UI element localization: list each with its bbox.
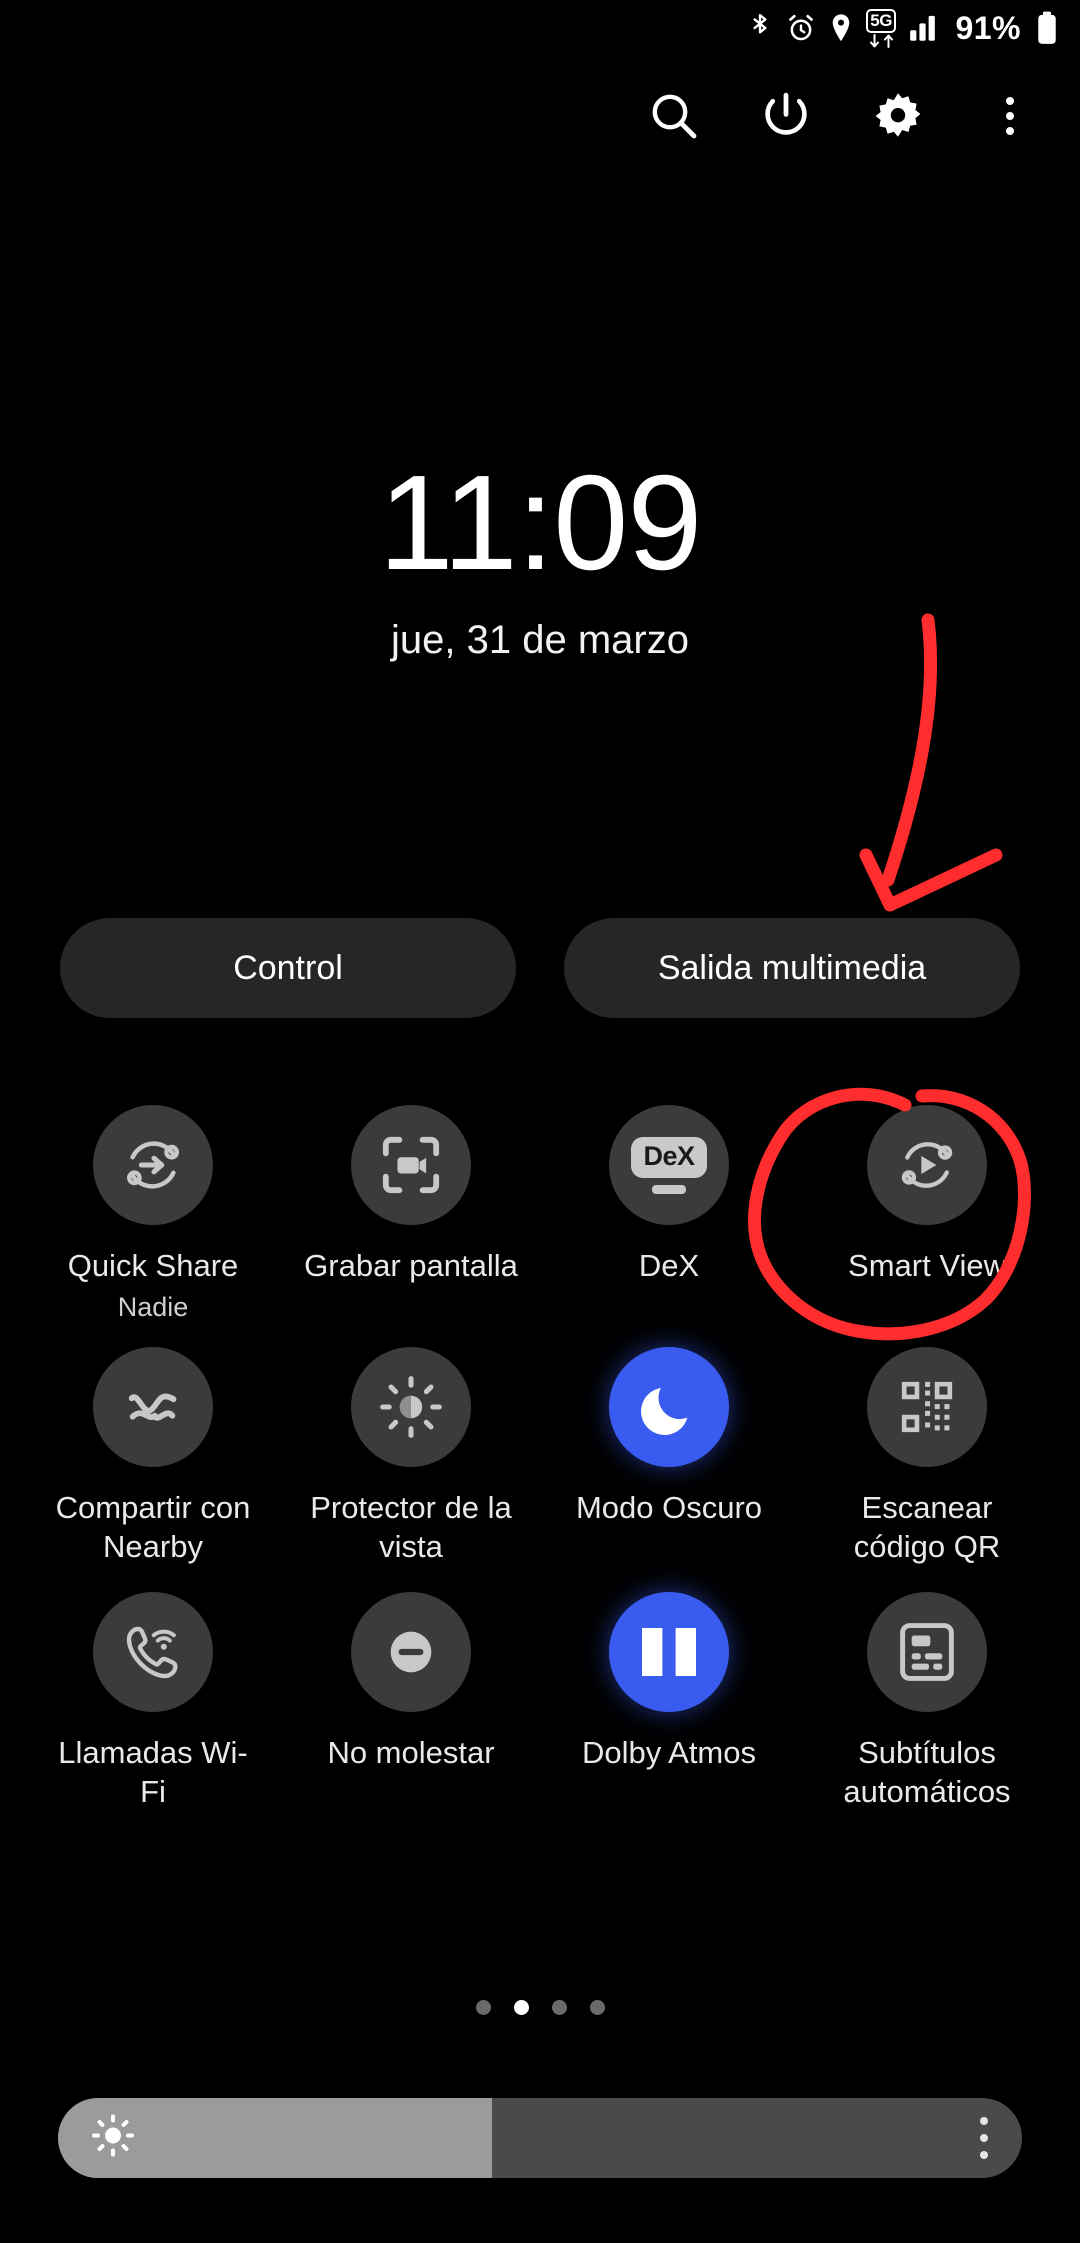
- tile-label: Llamadas Wi-Fi: [58, 1735, 248, 1809]
- dex-label: DeX: [631, 1136, 707, 1178]
- brightness-more-icon[interactable]: [980, 2117, 988, 2159]
- gear-icon[interactable]: [866, 84, 930, 148]
- tile-screen-recorder[interactable]: Grabar pantalla: [282, 1105, 540, 1323]
- tile-qr-scanner[interactable]: Escanear código QR: [798, 1346, 1056, 1567]
- tile-label: DeX: [638, 1248, 700, 1283]
- brightness-sun-icon: [90, 2113, 136, 2164]
- page-indicator[interactable]: [0, 2000, 1080, 2015]
- dex-icon: DeX: [609, 1105, 729, 1225]
- page-dot[interactable]: [589, 2000, 605, 2015]
- quick-settings-panel: 5G 91% 11:09 jue, 31 de marzo Control Sa…: [0, 0, 1080, 2243]
- tile-row: Llamadas Wi-Fi No molestar Dolby Atmos S…: [24, 1592, 1056, 1812]
- moon-icon: [609, 1346, 729, 1467]
- wifi-calling-icon: [93, 1592, 213, 1713]
- brightness-slider[interactable]: [58, 2098, 1022, 2178]
- tile-label: Dolby Atmos: [581, 1735, 756, 1771]
- nearby-share-icon: [93, 1346, 213, 1467]
- tile-row: Quick Share Nadie Grabar pantalla DeX De…: [24, 1105, 1056, 1323]
- network-5g-icon: 5G: [865, 8, 897, 48]
- tile-label: Subtítulos automáticos: [843, 1735, 1011, 1809]
- tile-label: Quick Share: [67, 1248, 239, 1283]
- eye-comfort-icon: [351, 1346, 471, 1467]
- tile-wifi-calling[interactable]: Llamadas Wi-Fi: [24, 1592, 282, 1812]
- tile-label: Compartir con Nearby: [55, 1489, 251, 1564]
- signal-bars-icon: [909, 14, 939, 42]
- panel-toolbar: [0, 72, 1080, 160]
- tile-row: Compartir con Nearby Protector de la vis…: [24, 1346, 1056, 1567]
- mode-pills: Control Salida multimedia: [0, 918, 1080, 1018]
- tile-eye-comfort[interactable]: Protector de la vista: [282, 1346, 540, 1567]
- tile-do-not-disturb[interactable]: No molestar: [282, 1592, 540, 1812]
- clock-date[interactable]: jue, 31 de marzo: [0, 618, 1080, 663]
- dolby-icon: [609, 1592, 729, 1713]
- media-output-button[interactable]: Salida multimedia: [564, 918, 1020, 1018]
- do-not-disturb-icon: [351, 1592, 471, 1713]
- control-button[interactable]: Control: [60, 918, 516, 1018]
- tile-label: Modo Oscuro: [575, 1489, 763, 1525]
- tile-dolby-atmos[interactable]: Dolby Atmos: [540, 1592, 798, 1812]
- tile-label: Protector de la vista: [310, 1489, 512, 1564]
- kebab-menu-icon[interactable]: [978, 84, 1042, 148]
- dex-stand: [652, 1184, 686, 1194]
- quick-share-icon: [93, 1105, 213, 1225]
- tile-dark-mode[interactable]: Modo Oscuro: [540, 1346, 798, 1567]
- location-icon: [829, 13, 853, 43]
- battery-full-icon: [1036, 11, 1058, 45]
- bluetooth-icon: [747, 13, 773, 43]
- tile-quick-share[interactable]: Quick Share Nadie: [24, 1105, 282, 1323]
- tile-label: Escanear código QR: [853, 1489, 1001, 1564]
- tile-label: No molestar: [327, 1735, 495, 1771]
- qr-code-icon: [867, 1346, 987, 1467]
- battery-percent: 91%: [955, 10, 1021, 46]
- tile-sublabel: Nadie: [117, 1291, 189, 1322]
- smart-view-icon: [867, 1105, 987, 1225]
- screen-record-icon: [351, 1105, 471, 1225]
- alarm-icon: [786, 13, 816, 43]
- network-label: 5G: [865, 8, 897, 33]
- power-icon[interactable]: [754, 84, 818, 148]
- tile-label: Smart View: [848, 1248, 1006, 1283]
- page-dot-active[interactable]: [513, 2000, 529, 2015]
- tile-label: Grabar pantalla: [304, 1248, 518, 1283]
- tile-smart-view[interactable]: Smart View: [798, 1105, 1056, 1323]
- search-icon[interactable]: [642, 84, 706, 148]
- tile-dex[interactable]: DeX DeX: [540, 1105, 798, 1323]
- status-bar: 5G 91%: [0, 0, 1080, 56]
- quick-settings-tiles: Quick Share Nadie Grabar pantalla DeX De…: [0, 1105, 1080, 1812]
- page-dot[interactable]: [475, 2000, 491, 2015]
- live-caption-icon: [867, 1592, 987, 1713]
- page-dot[interactable]: [551, 2000, 567, 2015]
- tile-live-caption[interactable]: Subtítulos automáticos: [798, 1592, 1056, 1812]
- tile-nearby-share[interactable]: Compartir con Nearby: [24, 1346, 282, 1567]
- clock-area: 11:09 jue, 31 de marzo: [0, 455, 1080, 663]
- clock-time[interactable]: 11:09: [0, 455, 1080, 590]
